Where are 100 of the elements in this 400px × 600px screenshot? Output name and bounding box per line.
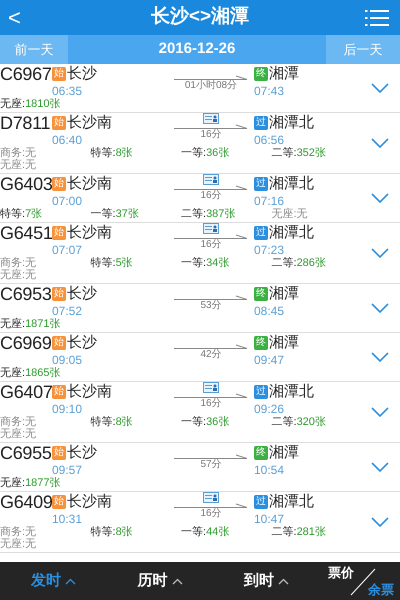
train-number: C6967 <box>0 64 52 84</box>
station-badge: 终 <box>254 446 268 460</box>
departure-station: 长沙 <box>67 65 97 83</box>
seat-availability: 无座:无 <box>0 428 36 440</box>
arrival-time: 08:45 <box>254 304 284 318</box>
arrival-station: 湘潭 <box>269 65 299 83</box>
station-badge: 始 <box>52 385 66 399</box>
departure-station: 长沙南 <box>67 493 112 511</box>
departure-time: 09:57 <box>52 463 82 477</box>
departure-time: 10:31 <box>52 512 82 526</box>
caret-up-icon <box>278 578 290 584</box>
departure-station: 长沙南 <box>67 175 112 193</box>
seat-availability: 无座:无 <box>272 208 308 220</box>
station-badge: 始 <box>52 67 66 81</box>
duration: 16分 <box>200 398 222 410</box>
departure-station: 长沙南 <box>67 383 112 401</box>
departure-time: 09:05 <box>52 353 82 367</box>
train-number: G6407 <box>0 382 52 402</box>
seat-availability: 特等:5张 <box>90 257 133 269</box>
departure-time: 07:00 <box>52 194 82 208</box>
seat-availability: 二等:286张 <box>272 257 326 269</box>
departure-station: 长沙南 <box>67 224 112 242</box>
seat-availability: 二等:281张 <box>272 526 326 538</box>
station-badge: 始 <box>52 495 66 509</box>
departure-time: 06:35 <box>52 84 82 98</box>
seat-availability: 商务:无 <box>0 257 36 269</box>
arrival-station: 湘潭北 <box>269 493 314 511</box>
seat-availability: 一等:37张 <box>90 208 139 220</box>
arrival-time: 07:16 <box>254 194 284 208</box>
back-button[interactable]: < <box>8 6 38 28</box>
sort-tab[interactable]: 到时 <box>213 570 320 592</box>
station-badge: 终 <box>254 336 268 350</box>
departure-station: 长沙 <box>67 444 97 462</box>
arrival-station: 湘潭北 <box>269 175 314 193</box>
route-title: 长沙<>湘潭 <box>150 5 250 30</box>
departure-time: 06:40 <box>52 133 82 147</box>
station-badge: 始 <box>52 226 66 240</box>
arrival-station: 湘潭北 <box>269 383 314 401</box>
seat-availability: 无座:1871张 <box>0 318 61 330</box>
seat-availability: 商务:无 <box>0 147 36 159</box>
duration: 16分 <box>200 508 222 520</box>
arrival-station: 湘潭 <box>269 334 299 352</box>
arrival-station: 湘潭北 <box>269 224 314 242</box>
seat-availability: 无座:1865张 <box>0 367 61 379</box>
duration: 16分 <box>200 239 222 251</box>
arrival-time: 09:26 <box>254 402 284 416</box>
price-sort-tab[interactable]: 票价 <box>328 565 354 580</box>
duration: 42分 <box>200 349 222 361</box>
arrival-station: 湘潭 <box>269 285 299 303</box>
train-number: C6969 <box>0 333 52 353</box>
train-number: G6403 <box>0 174 52 194</box>
seat-availability: 一等:36张 <box>181 416 230 428</box>
duration: 01小时08分 <box>184 80 238 92</box>
train-number: D7811 <box>0 113 52 133</box>
station-badge: 始 <box>52 446 66 460</box>
seat-availability: 一等:44张 <box>181 526 230 538</box>
station-badge: 终 <box>254 67 268 81</box>
seat-availability: 商务:无 <box>0 416 36 428</box>
seat-availability: 一等:36张 <box>181 147 230 159</box>
sort-tab[interactable]: 发时 <box>0 570 107 592</box>
station-badge: 过 <box>254 226 268 240</box>
seat-availability: 一等:34张 <box>181 257 230 269</box>
departure-station: 长沙 <box>67 334 97 352</box>
sort-tab[interactable]: 历时 <box>106 570 214 592</box>
arrival-station: 湘潭 <box>269 444 299 462</box>
duration: 57分 <box>200 459 222 471</box>
duration: 16分 <box>200 129 222 141</box>
departure-station: 长沙南 <box>67 114 112 132</box>
seat-availability: 商务:无 <box>0 526 36 538</box>
station-badge: 始 <box>52 177 66 191</box>
seat-availability: 无座:无 <box>0 159 36 171</box>
seat-availability: 特等:8张 <box>90 526 133 538</box>
departure-time: 09:10 <box>52 402 82 416</box>
station-badge: 过 <box>254 177 268 191</box>
train-number: C6955 <box>0 443 52 463</box>
caret-up-icon <box>172 578 182 584</box>
seat-availability: 二等:352张 <box>272 147 326 159</box>
arrival-time: 10:54 <box>254 463 284 477</box>
arrival-time: 07:43 <box>254 84 284 98</box>
arrival-time: 10:47 <box>254 512 284 526</box>
seat-availability: 特等:8张 <box>90 147 133 159</box>
arrival-time: 07:23 <box>254 243 284 257</box>
departure-station: 长沙 <box>67 285 97 303</box>
seat-availability: 无座:无 <box>0 538 36 550</box>
train-number: G6409 <box>0 492 52 512</box>
seat-availability: 无座:1877张 <box>0 477 61 489</box>
station-badge: 始 <box>52 287 66 301</box>
train-number: C6953 <box>0 284 52 304</box>
remaining-sort-tab[interactable]: 余票 <box>368 582 394 597</box>
arrival-time: 09:47 <box>254 353 284 367</box>
train-number: G6451 <box>0 223 52 243</box>
arrival-station: 湘潭北 <box>269 114 314 132</box>
seat-availability: 特等:7张 <box>0 208 42 220</box>
seat-availability: 无座:无 <box>0 269 36 281</box>
station-badge: 过 <box>254 116 268 130</box>
station-badge: 过 <box>254 495 268 509</box>
station-badge: 终 <box>254 287 268 301</box>
duration: 16分 <box>200 190 222 202</box>
seat-availability: 无座:1810张 <box>0 98 61 110</box>
departure-time: 07:07 <box>52 243 82 257</box>
